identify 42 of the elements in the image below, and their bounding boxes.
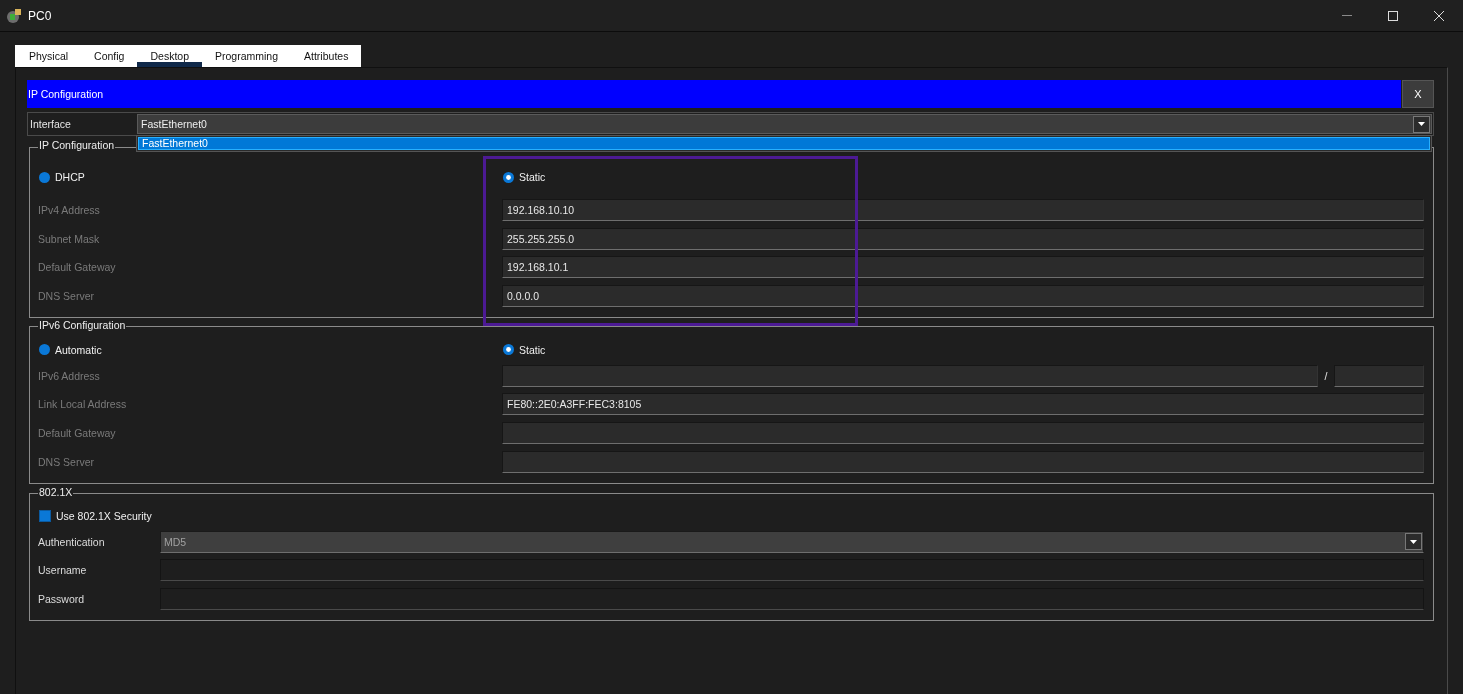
group-title: 802.1X (38, 485, 74, 500)
group-title: IPv6 Configuration (38, 318, 127, 333)
checkbox[interactable]: Use 802.1X Security (38, 509, 152, 522)
input-field[interactable]: 0.0.0.0 (502, 284, 1424, 307)
caret-icon (1418, 122, 1425, 126)
interface-select[interactable]: FastEthernet0 (137, 114, 1432, 134)
field-label: Default Gateway (38, 261, 116, 274)
field-label: Interface (29, 118, 72, 130)
field-label: IPv6 Address (38, 369, 100, 382)
radio-button[interactable]: Automatic (38, 343, 102, 356)
close-icon (1434, 10, 1444, 21)
input-field[interactable]: 255.255.255.0 (502, 227, 1424, 250)
caret-icon (1410, 539, 1417, 544)
radio-button[interactable]: Static (502, 343, 546, 356)
separator-text: / (1323, 369, 1329, 382)
field-label: Link Local Address (38, 398, 127, 411)
input-field[interactable]: 192.168.10.10 (502, 199, 1424, 221)
field-label: Password (38, 592, 85, 605)
field-label: Subnet Mask (38, 232, 100, 245)
panel-header: IP Configuration (27, 80, 1401, 108)
field-label: Username (38, 564, 87, 577)
input-field[interactable] (502, 450, 1424, 473)
radio-button[interactable]: DHCP (38, 171, 85, 183)
minimize-icon (1342, 15, 1352, 16)
input-field[interactable] (502, 364, 1318, 387)
maximize-icon (1388, 10, 1398, 21)
field-label: Default Gateway (38, 426, 116, 439)
input-field[interactable]: FE80::2E0:A3FF:FEC3:8105 (502, 393, 1424, 416)
close-panel-button[interactable]: X (1402, 80, 1434, 108)
prefix-field[interactable] (1334, 364, 1424, 387)
app-icon (6, 7, 22, 24)
field-label: DNS Server (38, 455, 94, 468)
input-field[interactable]: 192.168.10.1 (502, 256, 1424, 279)
window-title: PC0 (28, 8, 52, 23)
field-label: DNS Server (38, 289, 94, 302)
field-label: Authentication (38, 535, 105, 548)
input-field[interactable] (502, 421, 1424, 444)
radio-button[interactable]: Static (502, 171, 546, 183)
dropdown-button[interactable] (1413, 115, 1430, 133)
group-title: IP Configuration (38, 139, 116, 153)
dropdown-option[interactable]: FastEthernet0 (138, 137, 1430, 150)
field-label: IPv4 Address (38, 204, 100, 216)
